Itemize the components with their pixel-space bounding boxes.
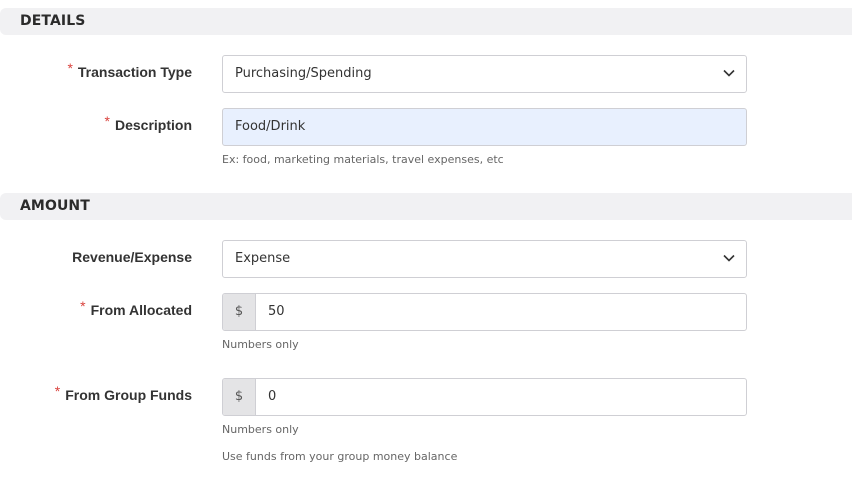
- from-group-funds-help-text: Numbers only: [222, 423, 299, 436]
- revenue-expense-label-text: Revenue/Expense: [72, 249, 192, 265]
- description-label: * Description: [105, 113, 192, 133]
- revenue-expense-label: Revenue/Expense: [72, 249, 192, 265]
- required-marker: *: [80, 298, 86, 314]
- description-label-text: Description: [114, 117, 192, 133]
- transaction-type-select[interactable]: Purchasing/Spending: [222, 55, 747, 93]
- transaction-type-label-text: Transaction Type: [77, 64, 192, 80]
- section-header-amount: AMOUNT: [0, 193, 852, 220]
- description-input[interactable]: Food/Drink: [222, 108, 747, 146]
- from-allocated-label-text: From Allocated: [90, 302, 192, 318]
- currency-prefix: $: [223, 379, 256, 415]
- description-value: Food/Drink: [235, 119, 306, 134]
- from-group-funds-label-text: From Group Funds: [65, 387, 192, 403]
- required-marker: *: [54, 383, 61, 399]
- from-allocated-label: * From Allocated: [80, 298, 192, 318]
- currency-prefix: $: [223, 294, 256, 330]
- from-group-funds-help-text-2: Use funds from your group money balance: [222, 450, 458, 463]
- from-group-funds-input[interactable]: $ 0: [222, 378, 747, 416]
- from-group-funds-label: * From Group Funds: [55, 383, 192, 403]
- section-header-details: DETAILS: [0, 8, 852, 35]
- chevron-down-icon: [723, 254, 735, 262]
- required-marker: *: [104, 113, 110, 129]
- section-title-details: DETAILS: [20, 13, 86, 29]
- revenue-expense-select[interactable]: Expense: [222, 240, 747, 278]
- from-allocated-input[interactable]: $ 50: [222, 293, 747, 331]
- from-allocated-help-text: Numbers only: [222, 338, 299, 351]
- required-marker: *: [67, 60, 73, 76]
- chevron-down-icon: [723, 69, 735, 77]
- revenue-expense-selected-value: Expense: [235, 251, 291, 266]
- section-title-amount: AMOUNT: [20, 198, 90, 214]
- transaction-type-selected-value: Purchasing/Spending: [235, 66, 372, 81]
- from-group-funds-value: 0: [268, 389, 277, 404]
- description-help-text: Ex: food, marketing materials, travel ex…: [222, 153, 504, 166]
- from-allocated-value: 50: [268, 304, 285, 319]
- transaction-type-label: * Transaction Type: [67, 60, 192, 80]
